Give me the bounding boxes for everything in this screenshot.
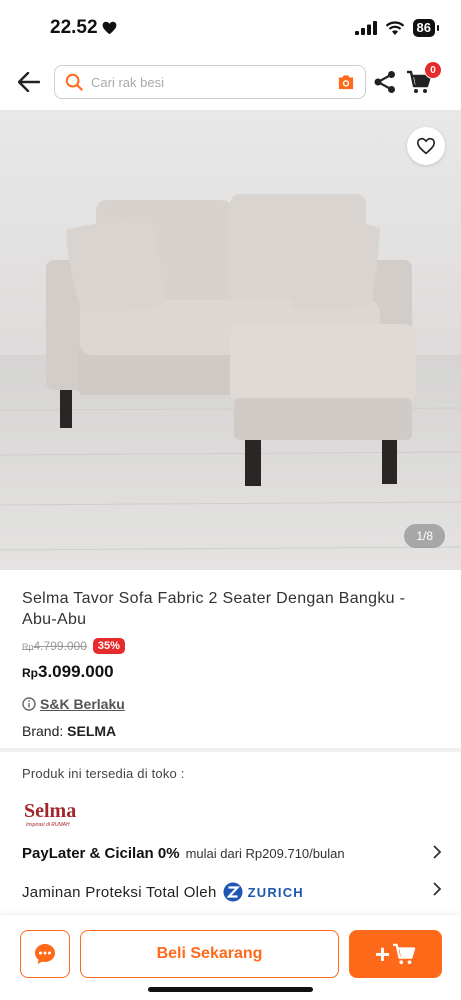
terms-label: S&K Berlaku	[40, 696, 125, 712]
original-price-currency: Rp	[22, 642, 34, 652]
availability-label: Produk ini tersedia di toko :	[22, 766, 185, 781]
sale-price: Rp3.099.000	[22, 662, 439, 682]
heart-outline-icon	[416, 137, 436, 155]
protection-row[interactable]: Jaminan Proteksi Total Oleh ZURICH	[22, 882, 442, 902]
status-time: 22.52	[50, 17, 117, 39]
add-to-cart-label: +	[374, 938, 391, 969]
battery-indicator: 86	[412, 19, 440, 37]
search-input[interactable]	[91, 74, 329, 90]
signal-icon	[354, 21, 377, 35]
favorite-button[interactable]	[407, 127, 445, 165]
brand-label: Brand:	[22, 723, 68, 739]
buy-now-button[interactable]: Beli Sekarang	[80, 930, 339, 978]
cart-icon	[393, 943, 416, 965]
product-info: Selma Tavor Sofa Fabric 2 Seater Dengan …	[0, 570, 461, 739]
terms-link[interactable]: S&K Berlaku	[22, 696, 439, 712]
zurich-z-icon	[223, 882, 243, 902]
status-bar: 22.52 86	[0, 0, 461, 56]
paylater-detail: mulai dari Rp209.710/bulan	[185, 846, 345, 861]
camera-icon[interactable]	[337, 74, 355, 90]
sale-price-currency: Rp	[22, 666, 38, 680]
search-icon	[65, 73, 83, 91]
product-title: Selma Tavor Sofa Fabric 2 Seater Dengan …	[22, 590, 406, 628]
zurich-name: ZURICH	[247, 884, 304, 900]
chevron-right-icon	[433, 882, 442, 896]
back-button[interactable]	[14, 67, 44, 97]
paylater-title: PayLater & Cicilan 0%	[22, 845, 180, 862]
original-price: Rp4.799.000	[22, 639, 87, 653]
brand-value: SELMA	[67, 723, 117, 739]
cart-button[interactable]: 0	[404, 61, 442, 97]
original-price-value: 4.799.000	[33, 639, 87, 653]
store-logo-tagline: Inspirasi di RUMAH	[26, 822, 70, 828]
product-image	[0, 110, 461, 570]
share-button[interactable]	[370, 67, 400, 97]
info-icon	[22, 697, 36, 711]
arrow-left-icon	[18, 72, 40, 92]
status-indicators: 86	[354, 19, 440, 37]
chat-icon	[35, 944, 55, 964]
paylater-row[interactable]: PayLater & Cicilan 0% mulai dari Rp209.7…	[22, 845, 442, 862]
store-logo[interactable]: Selma Inspirasi di RUMAH	[22, 798, 92, 830]
wifi-icon	[385, 20, 404, 35]
cart-count-badge: 0	[424, 61, 442, 79]
sale-price-value: 3.099.000	[38, 662, 114, 681]
chat-button[interactable]	[20, 930, 70, 978]
home-indicator	[148, 987, 313, 992]
add-to-cart-button[interactable]: +	[349, 930, 442, 978]
chevron-right-icon	[433, 845, 442, 859]
price-row: Rp4.799.000 35%	[22, 638, 439, 654]
image-counter: 1/8	[404, 524, 445, 548]
zurich-logo: ZURICH	[223, 882, 304, 902]
section-divider	[0, 748, 461, 752]
product-image-carousel[interactable]: 1/8	[0, 110, 461, 570]
store-logo-name: Selma	[24, 800, 76, 822]
top-header: 0	[0, 58, 461, 106]
brand-row: Brand: SELMA	[22, 723, 439, 739]
share-icon	[374, 71, 395, 93]
search-box[interactable]	[54, 65, 366, 99]
discount-badge: 35%	[92, 638, 125, 654]
heart-status-icon	[102, 21, 116, 35]
protection-label: Jaminan Proteksi Total Oleh	[22, 883, 217, 901]
clock-text: 22.52	[50, 17, 98, 38]
